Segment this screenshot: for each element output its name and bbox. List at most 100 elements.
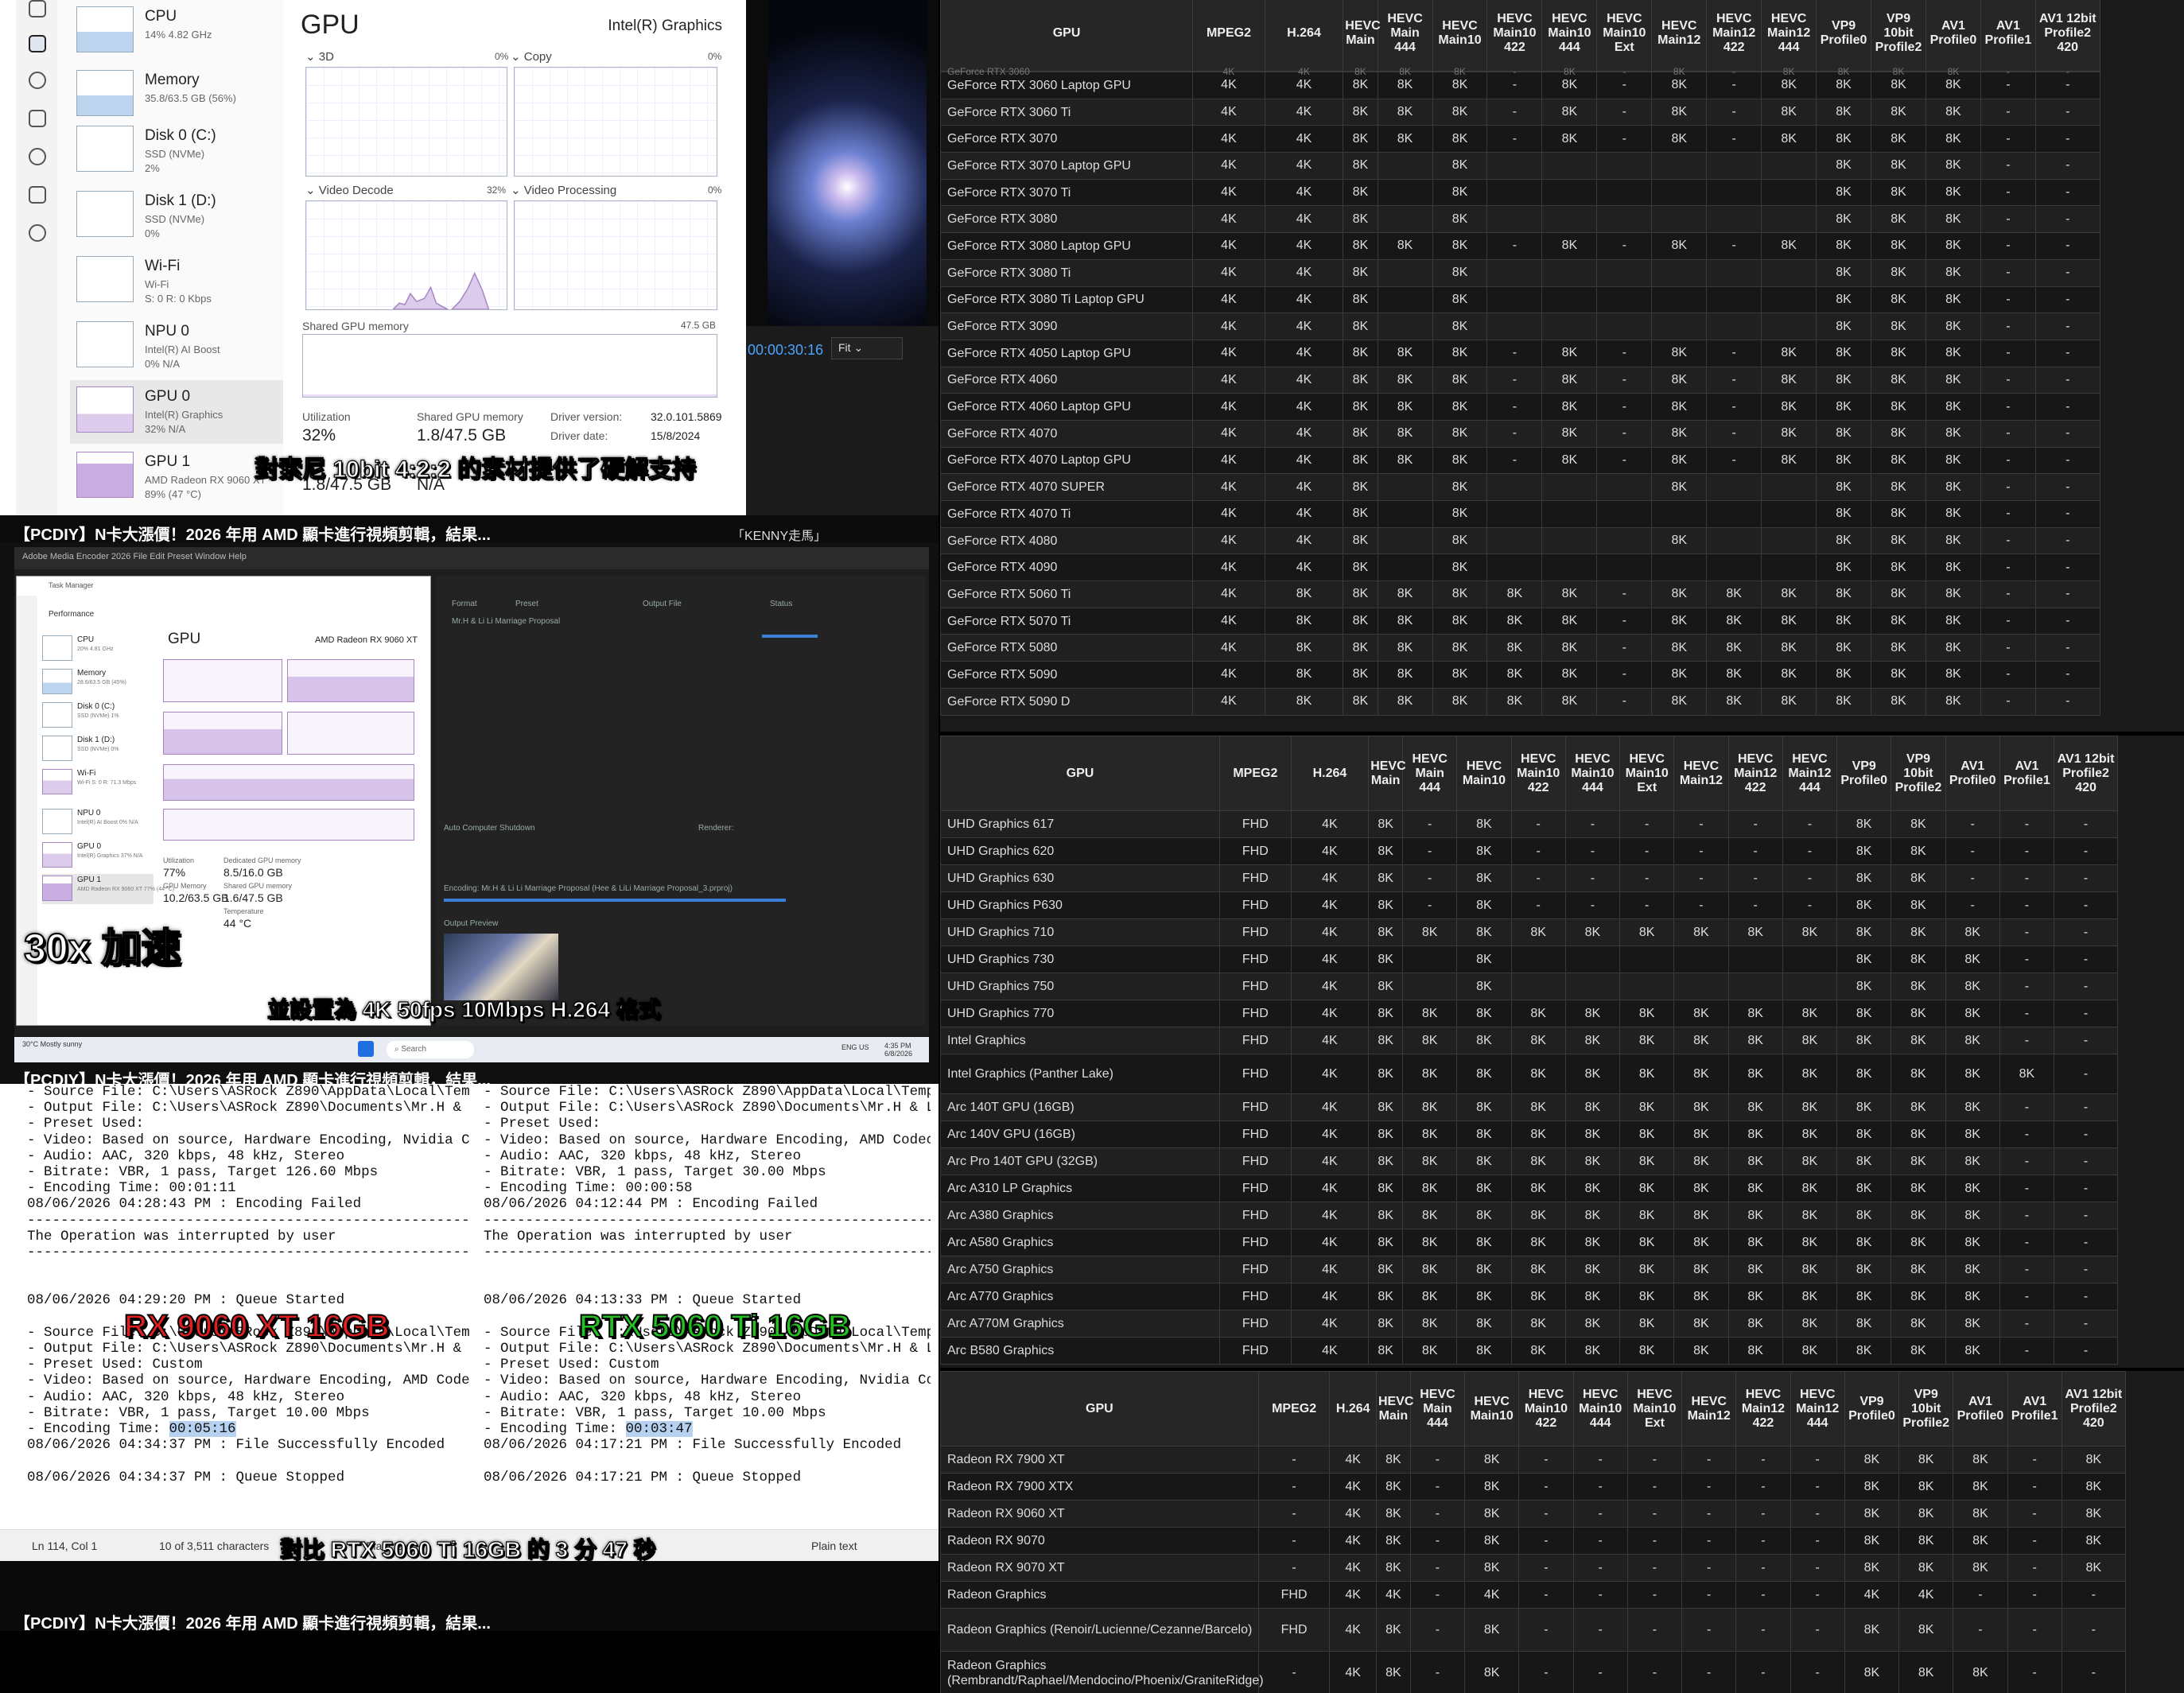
perf-item-wifi[interactable]: Wi-Fi Wi-Fi S: 0 R: 0 Kbps — [70, 250, 283, 313]
processes-icon[interactable] — [29, 0, 46, 17]
support-cell: 8K — [1564, 1310, 1621, 1338]
table-row: Radeon RX 7900 XT -4K 8K -8K - - - - - -8K 8K 8K -8K — [940, 1446, 2126, 1474]
support-cell: 4K — [1192, 232, 1265, 260]
auto-shutdown-toggle[interactable]: Auto Computer Shutdown — [444, 824, 535, 833]
support-cell: 8K — [1891, 1120, 1946, 1148]
video-title[interactable]: 【PCDIY】N卡大漲價！2026 年用 AMD 顯卡進行視頻剪輯，結果... — [14, 1067, 491, 1084]
perf-item-memory[interactable]: Memory 35.8/63.5 GB (56%) — [70, 64, 283, 127]
support-cell: 4K — [1192, 634, 1265, 662]
support-cell — [1596, 178, 1653, 207]
perf-item-gpu0[interactable]: GPU 0 Intel(R) Graphics 37% N/A — [42, 841, 154, 871]
support-cell: - — [1596, 607, 1653, 635]
support-cell: - — [1626, 1581, 1683, 1609]
fit-dropdown[interactable]: Fit ⌄ — [831, 337, 903, 359]
encoding-time-highlight: 00:03:47 — [625, 1420, 693, 1437]
perf-item-memory[interactable]: Memory 28.6/63.5 GB (45%) — [42, 667, 154, 697]
support-cell: 8K — [1816, 607, 1872, 635]
support-cell: 4K — [1192, 473, 1265, 501]
support-cell: 8K — [1486, 687, 1543, 716]
support-cell: 8K — [1343, 581, 1378, 608]
support-cell: FHD — [1219, 973, 1292, 1000]
video-title[interactable]: 【PCDIY】N卡大漲價！2026 年用 AMD 顯卡進行視頻剪輯，結果... — [14, 1610, 491, 1631]
support-cell: - — [1980, 553, 2036, 582]
item-name: Disk 0 (C:) — [145, 127, 216, 144]
column-header: HEVC Main12 444 — [1761, 0, 1817, 72]
perf-item-gpu1[interactable]: GPU 1 AMD Radeon RX 9060 XT 77% (44 °C) — [42, 874, 174, 904]
perf-item-npu[interactable]: NPU 0 Intel(R) AI Boost 0% N/A — [42, 807, 154, 837]
support-cell: 8K — [1816, 687, 1872, 716]
support-cell: 8K — [1456, 864, 1512, 892]
perf-item-disk0[interactable]: Disk 0 (C:) SSD (NVMe) 2% — [70, 119, 283, 183]
gpu-name-cell: Arc A770M Graphics — [940, 1310, 1220, 1338]
support-cell: 8K — [1782, 918, 1838, 946]
support-cell: FHD — [1257, 1608, 1331, 1652]
support-cell: 8K — [1456, 946, 1512, 973]
perf-item-cpu[interactable]: CPU 14% 4.82 GHz — [70, 0, 283, 64]
app-history-icon[interactable] — [29, 72, 46, 89]
support-cell: 8K — [1925, 313, 1981, 340]
perf-item-npu[interactable]: NPU 0 Intel(R) AI Boost 0% N/A — [70, 315, 283, 379]
support-cell: - — [2054, 1175, 2119, 1202]
support-cell: 8K — [1432, 366, 1488, 394]
app-menubar[interactable]: Adobe Media Encoder 2026 File Edit Prese… — [14, 547, 929, 569]
support-cell: 8K — [1816, 178, 1872, 207]
column-header: HEVC Main10 422 — [1510, 736, 1566, 811]
support-cell: 8K — [1368, 1229, 1404, 1256]
support-cell: - — [1980, 313, 2036, 340]
support-cell: 8K — [1816, 366, 1872, 394]
column-header: HEVC Main — [1343, 0, 1381, 72]
support-cell: 8K — [1541, 446, 1598, 475]
perf-item-gpu0[interactable]: GPU 0 Intel(R) Graphics 32% N/A — [70, 380, 283, 444]
perf-item-disk1[interactable]: Disk 1 (D:) SSD (NVMe) 0% — [70, 184, 283, 248]
graph-copy-label[interactable]: ⌄ Copy — [511, 49, 552, 64]
performance-icon[interactable] — [29, 35, 46, 52]
users-icon[interactable] — [29, 148, 46, 165]
perf-item-wifi[interactable]: Wi-Fi Wi-Fi S: 0 R: 71.3 Mbps — [42, 767, 154, 798]
support-cell: - — [1999, 1256, 2055, 1283]
table-row: Arc A380 Graphics FHD 4K 8K 8K 8K 8K 8K 8K 8K 8K 8K… — [940, 1202, 2119, 1229]
cursor-position: Ln 114, Col 1 — [32, 1540, 98, 1552]
graph-3d-label[interactable]: ⌄ 3D — [305, 49, 334, 64]
support-cell: - — [2034, 446, 2100, 475]
channel-name[interactable]: 「KENNY走馬」 — [732, 525, 826, 542]
support-cell: - — [1999, 973, 2055, 1000]
perf-item-cpu[interactable]: CPU 20% 4.81 GHz — [42, 634, 154, 664]
support-cell — [1402, 946, 1458, 973]
gpu-name-cell: Intel Graphics (Panther Lake) — [940, 1054, 1220, 1094]
language-indicator[interactable]: ENG US — [841, 1043, 869, 1051]
graph-decode-label[interactable]: ⌄ Video Decode — [305, 183, 394, 197]
column-header: GPU — [940, 1371, 1259, 1446]
graph-processing-label[interactable]: ⌄ Video Processing — [511, 183, 616, 197]
weather-widget[interactable]: 30°C Mostly sunny — [22, 1040, 82, 1048]
support-cell: 8K — [1343, 178, 1378, 207]
video-frame-encode-logs: - Source File: C:\Users\ASRock Z890\AppD… — [0, 1084, 938, 1631]
support-cell: 4K — [1329, 1554, 1377, 1582]
gpu-name-cell: Arc A770 Graphics — [940, 1283, 1220, 1311]
encoding-progress-bar — [444, 899, 786, 902]
support-cell: - — [1486, 98, 1543, 126]
gpu-name-cell: UHD Graphics 630 — [940, 864, 1220, 892]
startup-apps-icon[interactable] — [29, 110, 46, 127]
clock[interactable]: 4:35 PM 6/8/2026 — [884, 1042, 927, 1058]
support-cell: 8K — [1836, 1337, 1892, 1365]
windows-start-icon[interactable] — [358, 1041, 374, 1057]
gpu-name-cell: UHD Graphics P630 — [940, 891, 1220, 919]
support-cell: 8K — [1782, 1093, 1838, 1121]
support-cell: 8K — [1925, 98, 1981, 126]
support-cell: 8K — [1761, 125, 1817, 153]
details-icon[interactable] — [29, 186, 46, 204]
item-name: Wi-Fi — [77, 769, 96, 778]
perf-item-disk1[interactable]: Disk 1 (D:) SSD (NVMe) 0% — [42, 734, 154, 764]
queue-col-format: Format — [452, 600, 477, 608]
services-icon[interactable] — [29, 224, 46, 242]
perf-item-disk0[interactable]: Disk 0 (C:) SSD (NVMe) 1% — [42, 701, 154, 731]
support-cell: 8K — [1816, 152, 1872, 180]
queue-item[interactable]: Mr.H & Li Li Marriage Proposal — [452, 617, 560, 626]
item-sub: 20% 4.81 GHz — [77, 647, 114, 652]
perf-item-gpu1[interactable]: GPU 1 AMD Radeon RX 9060 XT 89% (47 °C) — [70, 445, 283, 509]
video-title[interactable]: 【PCDIY】N卡大漲價！2026 年用 AMD 顯卡進行視頻剪輯，結果... — [14, 522, 491, 542]
gpu-name-cell: GeForce RTX 4070 Laptop GPU — [940, 446, 1194, 475]
taskbar-search[interactable]: ⌕ Search — [387, 1041, 474, 1058]
support-cell: 8K — [1510, 1147, 1566, 1175]
